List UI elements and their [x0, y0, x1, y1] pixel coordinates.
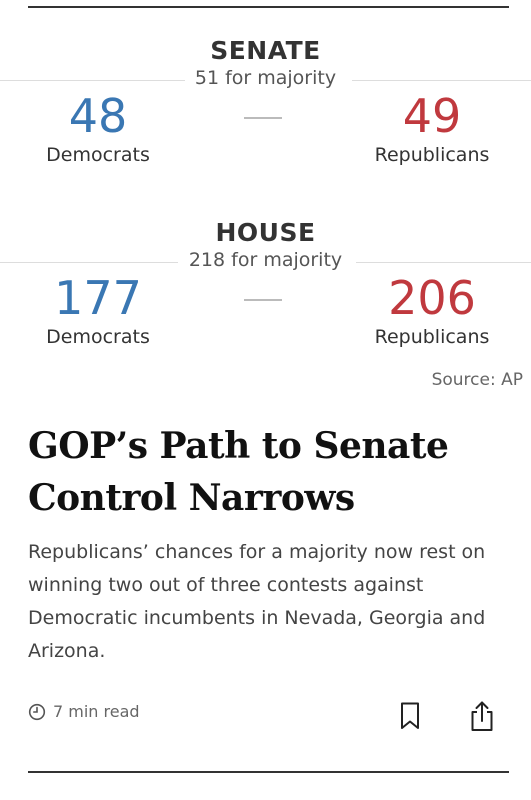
- bottom-divider: [28, 771, 509, 773]
- house-republican-count: 206: [388, 271, 476, 325]
- bookmark-button[interactable]: [393, 698, 427, 734]
- house-majority-threshold: 218 for majority: [188, 249, 343, 271]
- read-time: 7 min read: [28, 702, 140, 721]
- clock-icon: [28, 703, 46, 720]
- house-democrat-count: 177: [54, 271, 142, 325]
- data-source: Source: AP: [431, 370, 523, 390]
- house-democrat-label: Democrats: [46, 326, 150, 348]
- senate-title: SENATE: [210, 36, 321, 65]
- share-button[interactable]: [465, 698, 499, 734]
- article-summary: Republicans’ chances for a majority now …: [28, 541, 486, 662]
- house-republican-label: Republicans: [374, 326, 490, 348]
- house-title: HOUSE: [215, 218, 316, 247]
- house-separator-dash: [244, 299, 282, 301]
- senate-majority-threshold: 51 for majority: [194, 67, 337, 89]
- top-divider: [28, 6, 509, 8]
- senate-republican-label: Republicans: [374, 144, 490, 166]
- senate-democrat-label: Democrats: [46, 144, 150, 166]
- senate-democrat-count: 48: [68, 89, 128, 143]
- read-time-label: 7 min read: [53, 702, 140, 721]
- bookmark-icon: [401, 702, 419, 729]
- share-icon: [471, 701, 493, 731]
- senate-separator-dash: [244, 117, 282, 119]
- article-headline[interactable]: GOP’s Path to Senate Control Narrows: [28, 420, 508, 524]
- senate-republican-count: 49: [402, 89, 462, 143]
